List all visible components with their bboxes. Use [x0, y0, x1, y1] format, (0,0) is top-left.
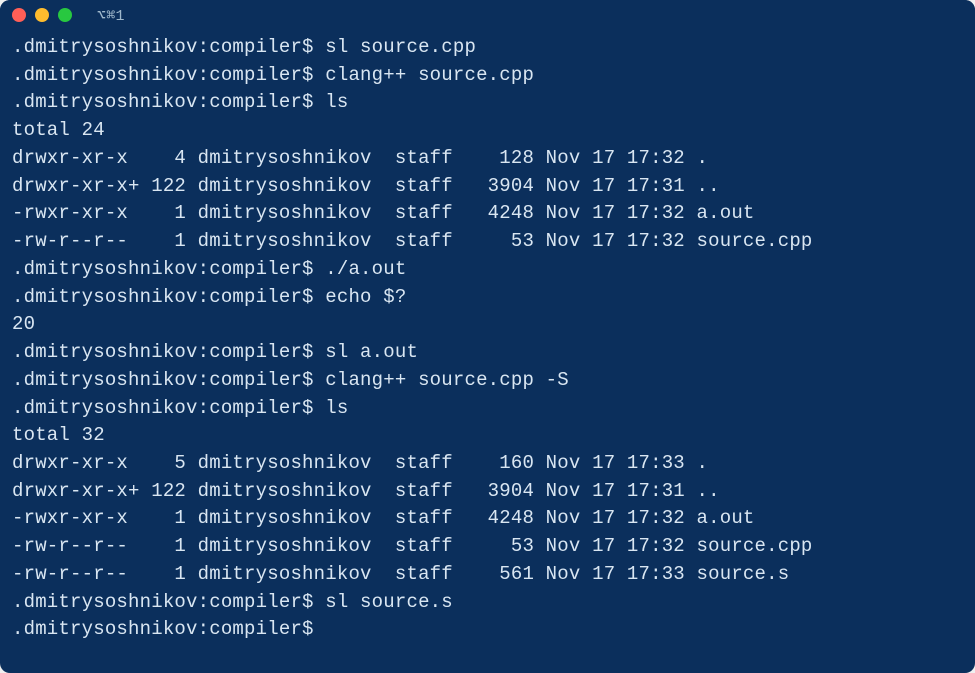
ls-row: -rwxr-xr-x 1 dmitrysoshnikov staff 4248 … [12, 507, 755, 529]
terminal-line: total 24 [12, 117, 963, 145]
shell-command: ls [325, 397, 348, 419]
terminal-line: -rw-r--r-- 1 dmitrysoshnikov staff 53 No… [12, 228, 963, 256]
shell-prompt: .dmitrysoshnikov:compiler$ [12, 258, 325, 280]
terminal-line: drwxr-xr-x 5 dmitrysoshnikov staff 160 N… [12, 450, 963, 478]
ls-row: -rw-r--r-- 1 dmitrysoshnikov staff 561 N… [12, 563, 789, 585]
terminal-line: drwxr-xr-x 4 dmitrysoshnikov staff 128 N… [12, 145, 963, 173]
shell-prompt: .dmitrysoshnikov:compiler$ [12, 286, 325, 308]
terminal-window: ⌥⌘1 .dmitrysoshnikov:compiler$ sl source… [0, 0, 975, 673]
terminal-line: -rw-r--r-- 1 dmitrysoshnikov staff 561 N… [12, 561, 963, 589]
shell-command: sl source.cpp [325, 36, 476, 58]
shell-prompt: .dmitrysoshnikov:compiler$ [12, 618, 325, 640]
terminal-line: .dmitrysoshnikov:compiler$ ls [12, 395, 963, 423]
terminal-line: .dmitrysoshnikov:compiler$ ls [12, 89, 963, 117]
terminal-line: total 32 [12, 422, 963, 450]
shell-prompt: .dmitrysoshnikov:compiler$ [12, 341, 325, 363]
ls-row: drwxr-xr-x 4 dmitrysoshnikov staff 128 N… [12, 147, 708, 169]
shell-command: ls [325, 91, 348, 113]
terminal-line: -rwxr-xr-x 1 dmitrysoshnikov staff 4248 … [12, 200, 963, 228]
terminal-line: .dmitrysoshnikov:compiler$ sl source.s [12, 589, 963, 617]
shell-command: ./a.out [325, 258, 406, 280]
shell-command: clang++ source.cpp -S [325, 369, 569, 391]
window-title: ⌥⌘1 [97, 6, 125, 25]
title-bar: ⌥⌘1 [0, 0, 975, 30]
shell-prompt: .dmitrysoshnikov:compiler$ [12, 91, 325, 113]
shell-command: sl a.out [325, 341, 418, 363]
terminal-line: 20 [12, 311, 963, 339]
ls-row: drwxr-xr-x+ 122 dmitrysoshnikov staff 39… [12, 175, 720, 197]
terminal-line: .dmitrysoshnikov:compiler$ echo $? [12, 284, 963, 312]
shell-prompt: .dmitrysoshnikov:compiler$ [12, 369, 325, 391]
shell-prompt: .dmitrysoshnikov:compiler$ [12, 36, 325, 58]
ls-row: drwxr-xr-x 5 dmitrysoshnikov staff 160 N… [12, 452, 708, 474]
terminal-line: drwxr-xr-x+ 122 dmitrysoshnikov staff 39… [12, 478, 963, 506]
terminal-line: .dmitrysoshnikov:compiler$ sl a.out [12, 339, 963, 367]
terminal-line: drwxr-xr-x+ 122 dmitrysoshnikov staff 39… [12, 173, 963, 201]
terminal-line: .dmitrysoshnikov:compiler$ clang++ sourc… [12, 367, 963, 395]
terminal-line: .dmitrysoshnikov:compiler$ sl source.cpp [12, 34, 963, 62]
shell-output: 20 [12, 313, 35, 335]
terminal-line: .dmitrysoshnikov:compiler$ [12, 616, 963, 644]
ls-row: drwxr-xr-x+ 122 dmitrysoshnikov staff 39… [12, 480, 720, 502]
ls-row: -rw-r--r-- 1 dmitrysoshnikov staff 53 No… [12, 535, 813, 557]
terminal-line: -rw-r--r-- 1 dmitrysoshnikov staff 53 No… [12, 533, 963, 561]
shell-prompt: .dmitrysoshnikov:compiler$ [12, 591, 325, 613]
terminal-body[interactable]: .dmitrysoshnikov:compiler$ sl source.cpp… [0, 30, 975, 644]
close-icon[interactable] [12, 8, 26, 22]
terminal-line: -rwxr-xr-x 1 dmitrysoshnikov staff 4248 … [12, 505, 963, 533]
zoom-icon[interactable] [58, 8, 72, 22]
ls-row: -rw-r--r-- 1 dmitrysoshnikov staff 53 No… [12, 230, 813, 252]
shell-output: total 32 [12, 424, 105, 446]
shell-command: sl source.s [325, 591, 453, 613]
minimize-icon[interactable] [35, 8, 49, 22]
terminal-line: .dmitrysoshnikov:compiler$ clang++ sourc… [12, 62, 963, 90]
shell-prompt: .dmitrysoshnikov:compiler$ [12, 64, 325, 86]
shell-command: clang++ source.cpp [325, 64, 534, 86]
shell-command: echo $? [325, 286, 406, 308]
ls-row: -rwxr-xr-x 1 dmitrysoshnikov staff 4248 … [12, 202, 755, 224]
shell-prompt: .dmitrysoshnikov:compiler$ [12, 397, 325, 419]
terminal-line: .dmitrysoshnikov:compiler$ ./a.out [12, 256, 963, 284]
shell-output: total 24 [12, 119, 105, 141]
